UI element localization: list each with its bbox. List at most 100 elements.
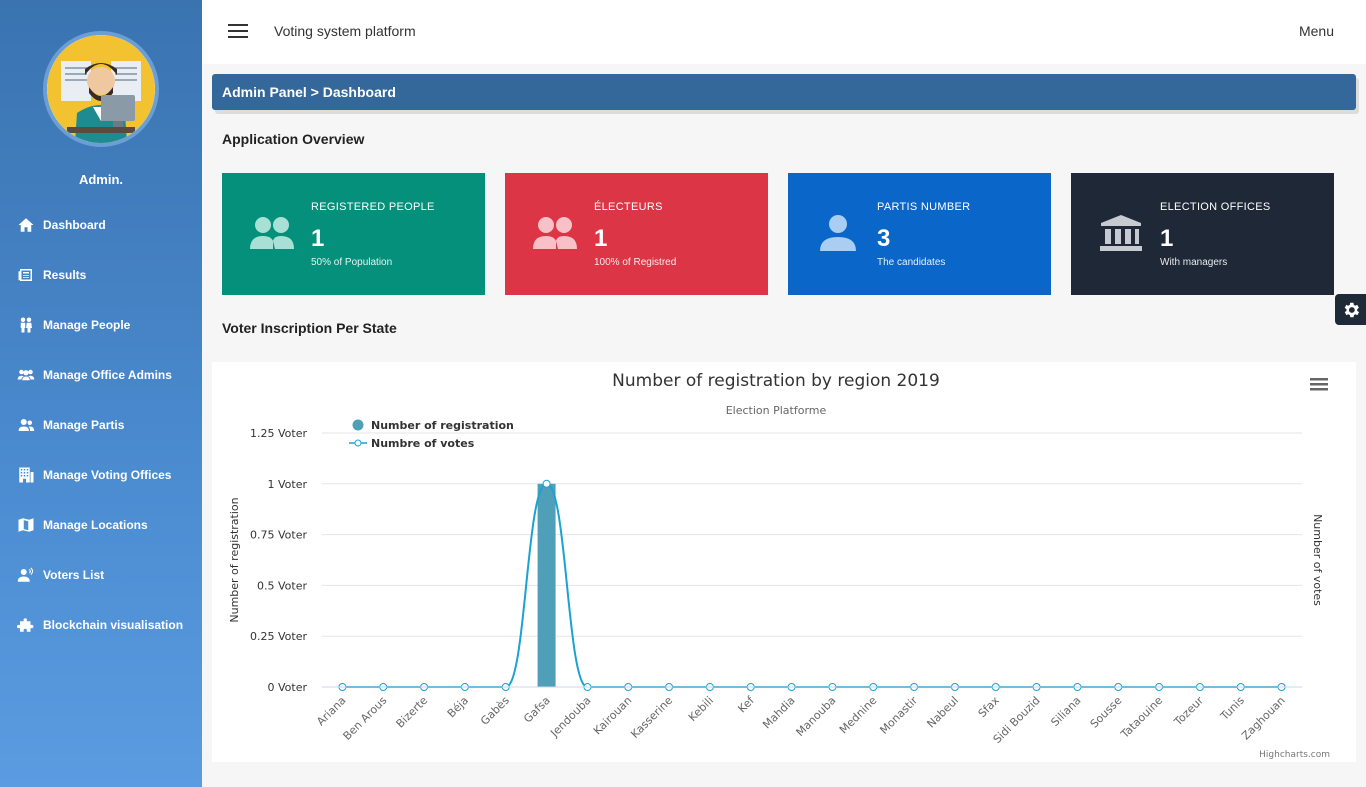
card-value: 1 xyxy=(594,225,608,252)
sidebar-item-dashboard[interactable]: Dashboard xyxy=(0,200,202,250)
sidebar-item-manage-people[interactable]: Manage People xyxy=(0,300,202,350)
settings-gear-button[interactable] xyxy=(1335,294,1366,325)
y-tick-label: 0.25 Voter xyxy=(250,630,307,643)
building-icon xyxy=(19,467,34,483)
sidebar-item-manage-partis[interactable]: Manage Partis xyxy=(0,400,202,450)
card-subtext: 100% of Registred xyxy=(594,257,677,268)
x-tick-label: Zaghouan xyxy=(1239,694,1288,743)
x-tick-label: Nabeul xyxy=(924,694,961,731)
sidebar-item-label: Manage People xyxy=(43,318,131,332)
x-tick-label: Tataouine xyxy=(1118,694,1166,742)
map-icon xyxy=(18,518,34,532)
bar-registration[interactable] xyxy=(537,483,556,687)
card-electeurs[interactable]: ÉLECTEURS 1 100% of Registred xyxy=(505,173,768,295)
card-label: ELECTION OFFICES xyxy=(1160,201,1271,213)
chart-title: Number of registration by region 2019 xyxy=(612,371,940,391)
sidebar-item-label: Results xyxy=(43,268,87,282)
card-label: REGISTERED PEOPLE xyxy=(311,201,435,213)
x-tick-label: Ariana xyxy=(314,694,348,728)
chart-svg: Number of registration by region 2019 El… xyxy=(228,371,1330,760)
chart-subtitle: Election Platforme xyxy=(726,404,827,417)
chart-bars xyxy=(537,483,556,687)
breadcrumb: Admin Panel > Dashboard xyxy=(212,74,1356,110)
x-tick-label: Tozeur xyxy=(1171,694,1206,729)
sidebar-item-manage-voting-offices[interactable]: Manage Voting Offices xyxy=(0,450,202,500)
registration-chart: Number of registration by region 2019 El… xyxy=(212,362,1356,762)
legend-bar-marker xyxy=(352,419,364,431)
x-tick-label: Manouba xyxy=(794,694,839,739)
user-icon xyxy=(820,215,856,251)
users-icon xyxy=(250,217,294,249)
x-tick-label: Kasserine xyxy=(628,694,675,741)
sidebar-item-manage-office-admins[interactable]: Manage Office Admins xyxy=(0,350,202,400)
y-axis-ticks: 0 Voter 0.25 Voter 0.5 Voter 0.75 Voter 1 Vo… xyxy=(250,427,307,694)
admin-avatar-image xyxy=(47,35,155,143)
card-election-offices[interactable]: ELECTION OFFICES 1 With managers xyxy=(1071,173,1334,295)
x-tick-label: Gabès xyxy=(478,694,512,728)
users-icon xyxy=(533,217,577,249)
sidebar-item-label: Dashboard xyxy=(43,218,106,232)
sidebar-item-label: Manage Voting Offices xyxy=(43,468,172,482)
sidebar-item-label: Manage Office Admins xyxy=(43,368,172,382)
card-value: 1 xyxy=(1160,225,1174,252)
chart-context-menu-icon[interactable] xyxy=(1310,378,1328,391)
menu-button[interactable]: Menu xyxy=(1299,23,1334,39)
x-tick-label: Monastir xyxy=(877,694,920,737)
sidebar-item-manage-locations[interactable]: Manage Locations xyxy=(0,500,202,550)
sidebar-item-label: Blockchain visualisation xyxy=(43,618,184,632)
card-registered-people[interactable]: REGISTERED PEOPLE 1 50% of Population xyxy=(222,173,485,295)
topbar: Voting system platform Menu xyxy=(202,0,1366,64)
sidebar-item-results[interactable]: Results xyxy=(0,250,202,300)
x-tick-label: Tunis xyxy=(1217,694,1247,724)
sidebar-item-label: Manage Locations xyxy=(43,518,148,532)
x-tick-label: Mednine xyxy=(837,694,880,737)
card-subtext: The candidates xyxy=(877,257,946,268)
user-friends-icon xyxy=(18,419,35,431)
legend-item-votes[interactable]: Numbre of votes xyxy=(371,437,475,450)
x-tick-label: Kebili xyxy=(686,694,716,724)
legend-item-registration[interactable]: Number of registration xyxy=(371,419,514,432)
sidebar-nav: Dashboard Results Manage People Manage O… xyxy=(0,200,202,650)
card-partis-number[interactable]: PARTIS NUMBER 3 The candidates xyxy=(788,173,1051,295)
gear-icon xyxy=(1344,302,1359,317)
app-title: Voting system platform xyxy=(274,23,416,39)
users-icon xyxy=(17,369,35,381)
card-label: ÉLECTEURS xyxy=(594,201,663,213)
y-tick-label: 0.5 Voter xyxy=(257,579,307,592)
y-tick-label: 0 Voter xyxy=(268,681,308,694)
sidebar-item-label: Manage Partis xyxy=(43,418,125,432)
puzzle-icon xyxy=(17,618,34,632)
card-subtext: With managers xyxy=(1160,257,1228,268)
y-tick-label: 1 Voter xyxy=(268,478,308,491)
chart-section-title: Voter Inscription Per State xyxy=(222,320,397,336)
home-icon xyxy=(18,218,34,232)
x-tick-label: Sousse xyxy=(1088,694,1125,731)
chart-legend: Number of registration Numbre of votes xyxy=(349,419,514,450)
x-axis-ticks: ArianaBen Arous Bizerte Béja Gabès GafsaJend… xyxy=(314,686,1302,746)
sidebar-item-label: Voters List xyxy=(43,568,105,582)
hamburger-menu-icon[interactable] xyxy=(228,24,248,40)
x-tick-label: Kef xyxy=(735,693,757,715)
avatar[interactable] xyxy=(43,31,159,147)
user-voice-icon xyxy=(17,567,34,582)
card-value: 1 xyxy=(311,225,325,252)
y-axis-label: Number of registration xyxy=(228,497,241,622)
point-votes[interactable] xyxy=(542,479,551,488)
overview-title: Application Overview xyxy=(222,131,365,147)
chart-credits[interactable]: Highcharts.com xyxy=(1259,750,1330,760)
landmark-icon xyxy=(1100,215,1142,251)
x-tick-label: Jendouba xyxy=(547,694,593,740)
x-tick-label: Béja xyxy=(445,694,471,720)
y-tick-label: 1.25 Voter xyxy=(250,427,307,440)
x-tick-label: Siliana xyxy=(1048,694,1083,729)
x-tick-label: Bizerte xyxy=(394,694,431,731)
x-tick-label: Sfax xyxy=(976,694,1003,721)
x-tick-label: Ben Arous xyxy=(341,694,390,743)
legend-line-dot xyxy=(354,439,362,447)
sidebar-item-blockchain-visualisation[interactable]: Blockchain visualisation xyxy=(0,600,202,650)
sidebar-item-voters-list[interactable]: Voters List xyxy=(0,550,202,600)
card-subtext: 50% of Population xyxy=(311,257,393,268)
username: Admin. xyxy=(78,172,124,187)
y-tick-label: 0.75 Voter xyxy=(250,529,307,542)
x-tick-label: Gafsa xyxy=(521,694,553,726)
